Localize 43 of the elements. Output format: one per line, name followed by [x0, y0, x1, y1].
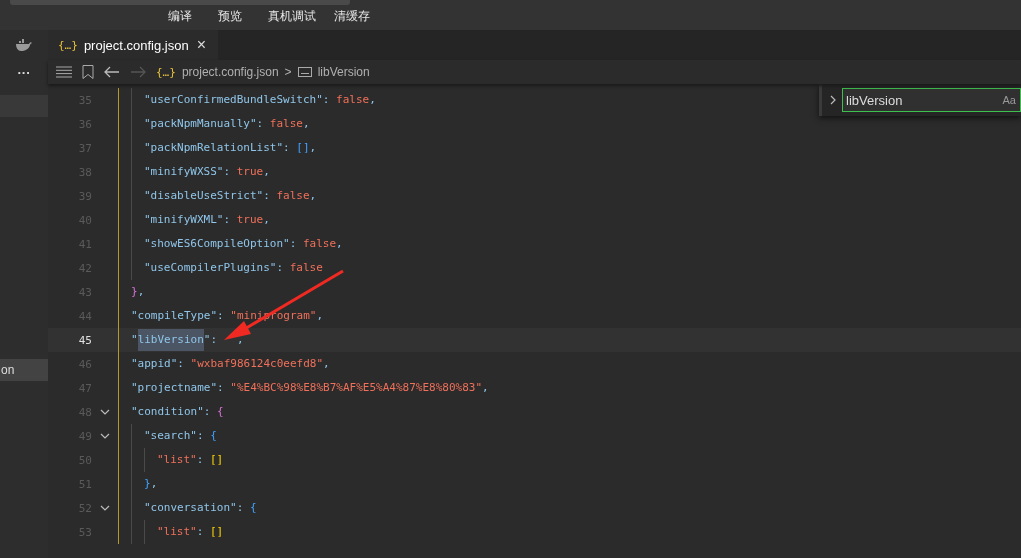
- code-line: "minifyWXSS": true,: [144, 164, 270, 180]
- line-number: 45: [77, 333, 92, 347]
- code-line: "list": []: [157, 524, 224, 540]
- toolbar-button[interactable]: 真机调试: [262, 8, 322, 25]
- chevron-right-icon[interactable]: [828, 95, 838, 105]
- code-line: "condition": {: [131, 404, 224, 420]
- code-line: "useCompilerPlugins": false: [144, 260, 323, 276]
- code-line: "list": []: [157, 452, 224, 468]
- code-line: "userConfirmedBundleSwitch": false,: [144, 92, 376, 108]
- code-line: "packNpmManually": false,: [144, 116, 310, 132]
- json-file-icon: {…}: [156, 65, 176, 79]
- code-line: "appid": "wxbaf986124c0eefd8",: [131, 356, 330, 372]
- code-line: "showES6CompileOption": false,: [144, 236, 343, 252]
- list-icon[interactable]: [56, 66, 72, 78]
- chevron-down-icon[interactable]: [100, 431, 110, 441]
- chevron-down-icon[interactable]: [100, 407, 110, 417]
- bookmark-icon[interactable]: [82, 65, 94, 79]
- back-arrow-icon[interactable]: [104, 66, 120, 78]
- find-input[interactable]: libVersion Aa: [842, 88, 1021, 112]
- tab-label: project.config.json: [83, 37, 189, 53]
- json-file-icon: {…}: [58, 38, 78, 52]
- code-line: "packNpmRelationList": [],: [144, 140, 317, 156]
- more-button[interactable]: ···: [0, 60, 48, 85]
- code-line: "search": {: [144, 428, 217, 444]
- code-line: "projectname": "%E4%BC%98%E8%B7%AF%E5%A4%87%E8%80%83",: [131, 380, 489, 396]
- match-case-toggle[interactable]: Aa: [998, 94, 1020, 106]
- code-line: "disableUseStrict": false,: [144, 188, 317, 204]
- breadcrumb-separator: >: [284, 65, 292, 79]
- code-line: "minifyWXML": true,: [144, 212, 270, 228]
- toolbar-button[interactable]: 预览: [212, 8, 248, 25]
- code-line: "libVersion": ,: [131, 329, 244, 351]
- breadcrumb-symbol[interactable]: libVersion: [317, 65, 370, 79]
- string-symbol-icon: [297, 67, 312, 77]
- toolbar-button[interactable]: 清缓存: [328, 8, 376, 25]
- code-line: },: [144, 476, 158, 492]
- toolbar-button[interactable]: 编译: [162, 8, 198, 25]
- code-line: },: [131, 284, 145, 300]
- breadcrumb-file[interactable]: project.config.json: [181, 65, 279, 79]
- sidebar-item[interactable]: on: [0, 359, 48, 381]
- close-button[interactable]: ×: [194, 36, 208, 54]
- editor-tab[interactable]: {…} project.config.json ×: [48, 30, 218, 60]
- chevron-down-icon[interactable]: [100, 503, 110, 513]
- code-line: "conversation": {: [144, 500, 257, 516]
